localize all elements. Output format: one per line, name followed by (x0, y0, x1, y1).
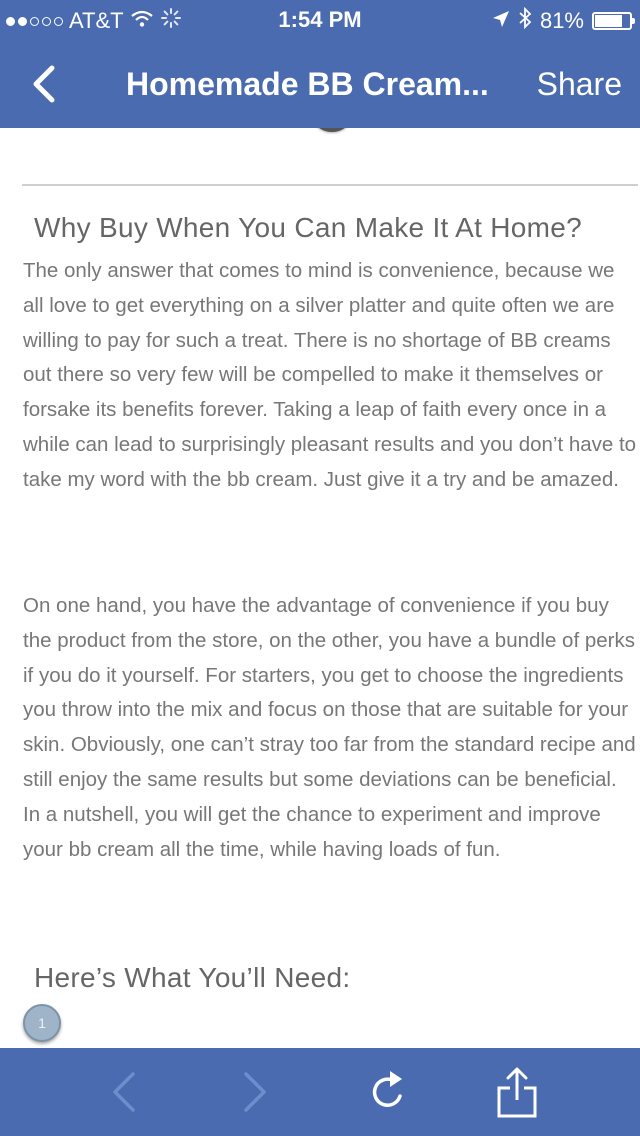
battery-percent: 81% (539, 8, 584, 33)
article-paragraph: On one hand, you have the advantage of c… (23, 594, 636, 861)
bluetooth-icon (518, 6, 532, 35)
section-heading-why-buy: Why Buy When You Can Make It At Home? (34, 212, 583, 243)
location-arrow-icon (492, 8, 510, 34)
image-bullet (312, 128, 352, 132)
article-paragraph: The only answer that comes to mind is co… (23, 259, 637, 491)
status-right: 81% (492, 6, 635, 35)
toolbar-forward-button[interactable] (228, 1066, 280, 1118)
toolbar-share-button[interactable] (491, 1066, 543, 1118)
top-bar: AT&T 1:54 PM 81% Homemade BB Cream... Sh… (0, 0, 640, 128)
toolbar-refresh-button[interactable] (362, 1066, 414, 1118)
navigation-bar: Homemade BB Cream... Share (0, 40, 640, 128)
page-title: Homemade BB Cream... (126, 66, 489, 102)
divider (22, 184, 638, 186)
refresh-icon (372, 1071, 402, 1107)
battery-icon (592, 12, 635, 30)
back-button[interactable] (26, 62, 66, 106)
status-bar: AT&T 1:54 PM 81% (0, 0, 640, 40)
article-content[interactable]: Why Buy When You Can Make It At Home? Th… (0, 128, 640, 1048)
forward-arrow-icon (244, 1072, 266, 1112)
share-icon (497, 1067, 537, 1118)
toolbar-back-button[interactable] (99, 1066, 151, 1118)
browser-toolbar (0, 1048, 640, 1136)
back-arrow-icon (113, 1072, 135, 1112)
share-button[interactable]: Share (537, 66, 622, 103)
list-number-badge: 1 (23, 1004, 61, 1042)
chevron-left-icon (33, 65, 55, 103)
section-heading-what-you-need: Here’s What You’ll Need: (34, 962, 351, 993)
